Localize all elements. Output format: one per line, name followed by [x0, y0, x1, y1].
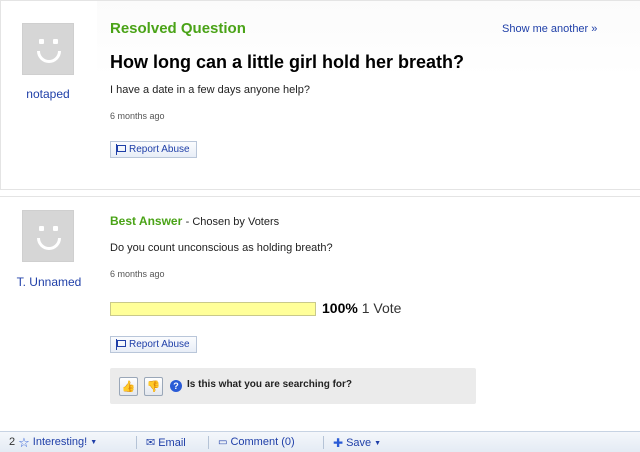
question-report-abuse-button[interactable]: Report Abuse — [110, 141, 197, 158]
question-body: I have a date in a few days anyone help? — [110, 84, 310, 96]
asker-username[interactable]: notaped — [8, 87, 88, 101]
question-title: How long can a little girl hold her brea… — [110, 52, 465, 72]
flag-icon — [115, 144, 126, 155]
flag-icon — [115, 339, 126, 350]
email-label: Email — [158, 436, 186, 449]
best-answer-label: Best Answer — [110, 214, 183, 228]
answer-timestamp: 6 months ago — [110, 269, 165, 279]
comment-button[interactable]: ▭ Comment (0) — [218, 436, 295, 448]
interesting-count: 2 — [9, 436, 16, 448]
vote-bar-fill — [111, 303, 315, 315]
thumbs-up-button[interactable]: 👍 — [119, 377, 138, 396]
thumbs-down-icon: 👎 — [146, 381, 161, 393]
answerer-username[interactable]: T. Unnamed — [4, 275, 94, 289]
vote-result: 100% 1 Vote — [322, 300, 401, 316]
vote-count: 1 Vote — [361, 300, 402, 316]
search-prompt: Is this what you are searching for? — [187, 379, 353, 390]
chevron-down-icon: ▼ — [374, 439, 382, 447]
question-timestamp: 6 months ago — [110, 111, 165, 121]
interesting-button[interactable]: 2 ☆ Interesting! ▼ — [9, 434, 98, 450]
star-icon: ☆ — [18, 434, 30, 450]
answerer-avatar[interactable] — [22, 210, 74, 262]
answer-report-abuse-label: Report Abuse — [129, 339, 190, 350]
asker-avatar[interactable] — [22, 23, 74, 75]
comment-label: Comment (0) — [230, 436, 295, 448]
comment-icon: ▭ — [218, 436, 228, 448]
answer-report-abuse-button[interactable]: Report Abuse — [110, 336, 197, 353]
show-another-link[interactable]: Show me another » — [502, 23, 597, 35]
answer-body: Do you count unconscious as holding brea… — [110, 242, 333, 254]
vote-percent: 100% — [322, 300, 358, 316]
interesting-label: Interesting! — [32, 436, 88, 448]
thumbs-down-button[interactable]: 👎 — [144, 377, 163, 396]
chevron-down-icon: ▼ — [90, 438, 98, 446]
email-button[interactable]: ✉ Email — [146, 436, 186, 450]
help-icon: ? — [170, 380, 182, 392]
envelope-icon: ✉ — [146, 437, 156, 449]
save-label: Save — [346, 437, 372, 449]
save-button[interactable]: ✚ Save ▼ — [333, 436, 381, 450]
thumbs-up-icon: 👍 — [121, 381, 136, 393]
action-bar: 2 ☆ Interesting! ▼ ✉ Email ▭ Comment (0)… — [0, 431, 640, 452]
question-report-abuse-label: Report Abuse — [129, 144, 190, 155]
resolved-question-header: Resolved Question — [110, 20, 246, 37]
vote-bar — [110, 302, 316, 316]
plus-icon: ✚ — [333, 436, 344, 450]
chosen-by-label: - Chosen by Voters — [185, 216, 280, 228]
best-answer-header: Best Answer - Chosen by Voters — [110, 214, 279, 228]
